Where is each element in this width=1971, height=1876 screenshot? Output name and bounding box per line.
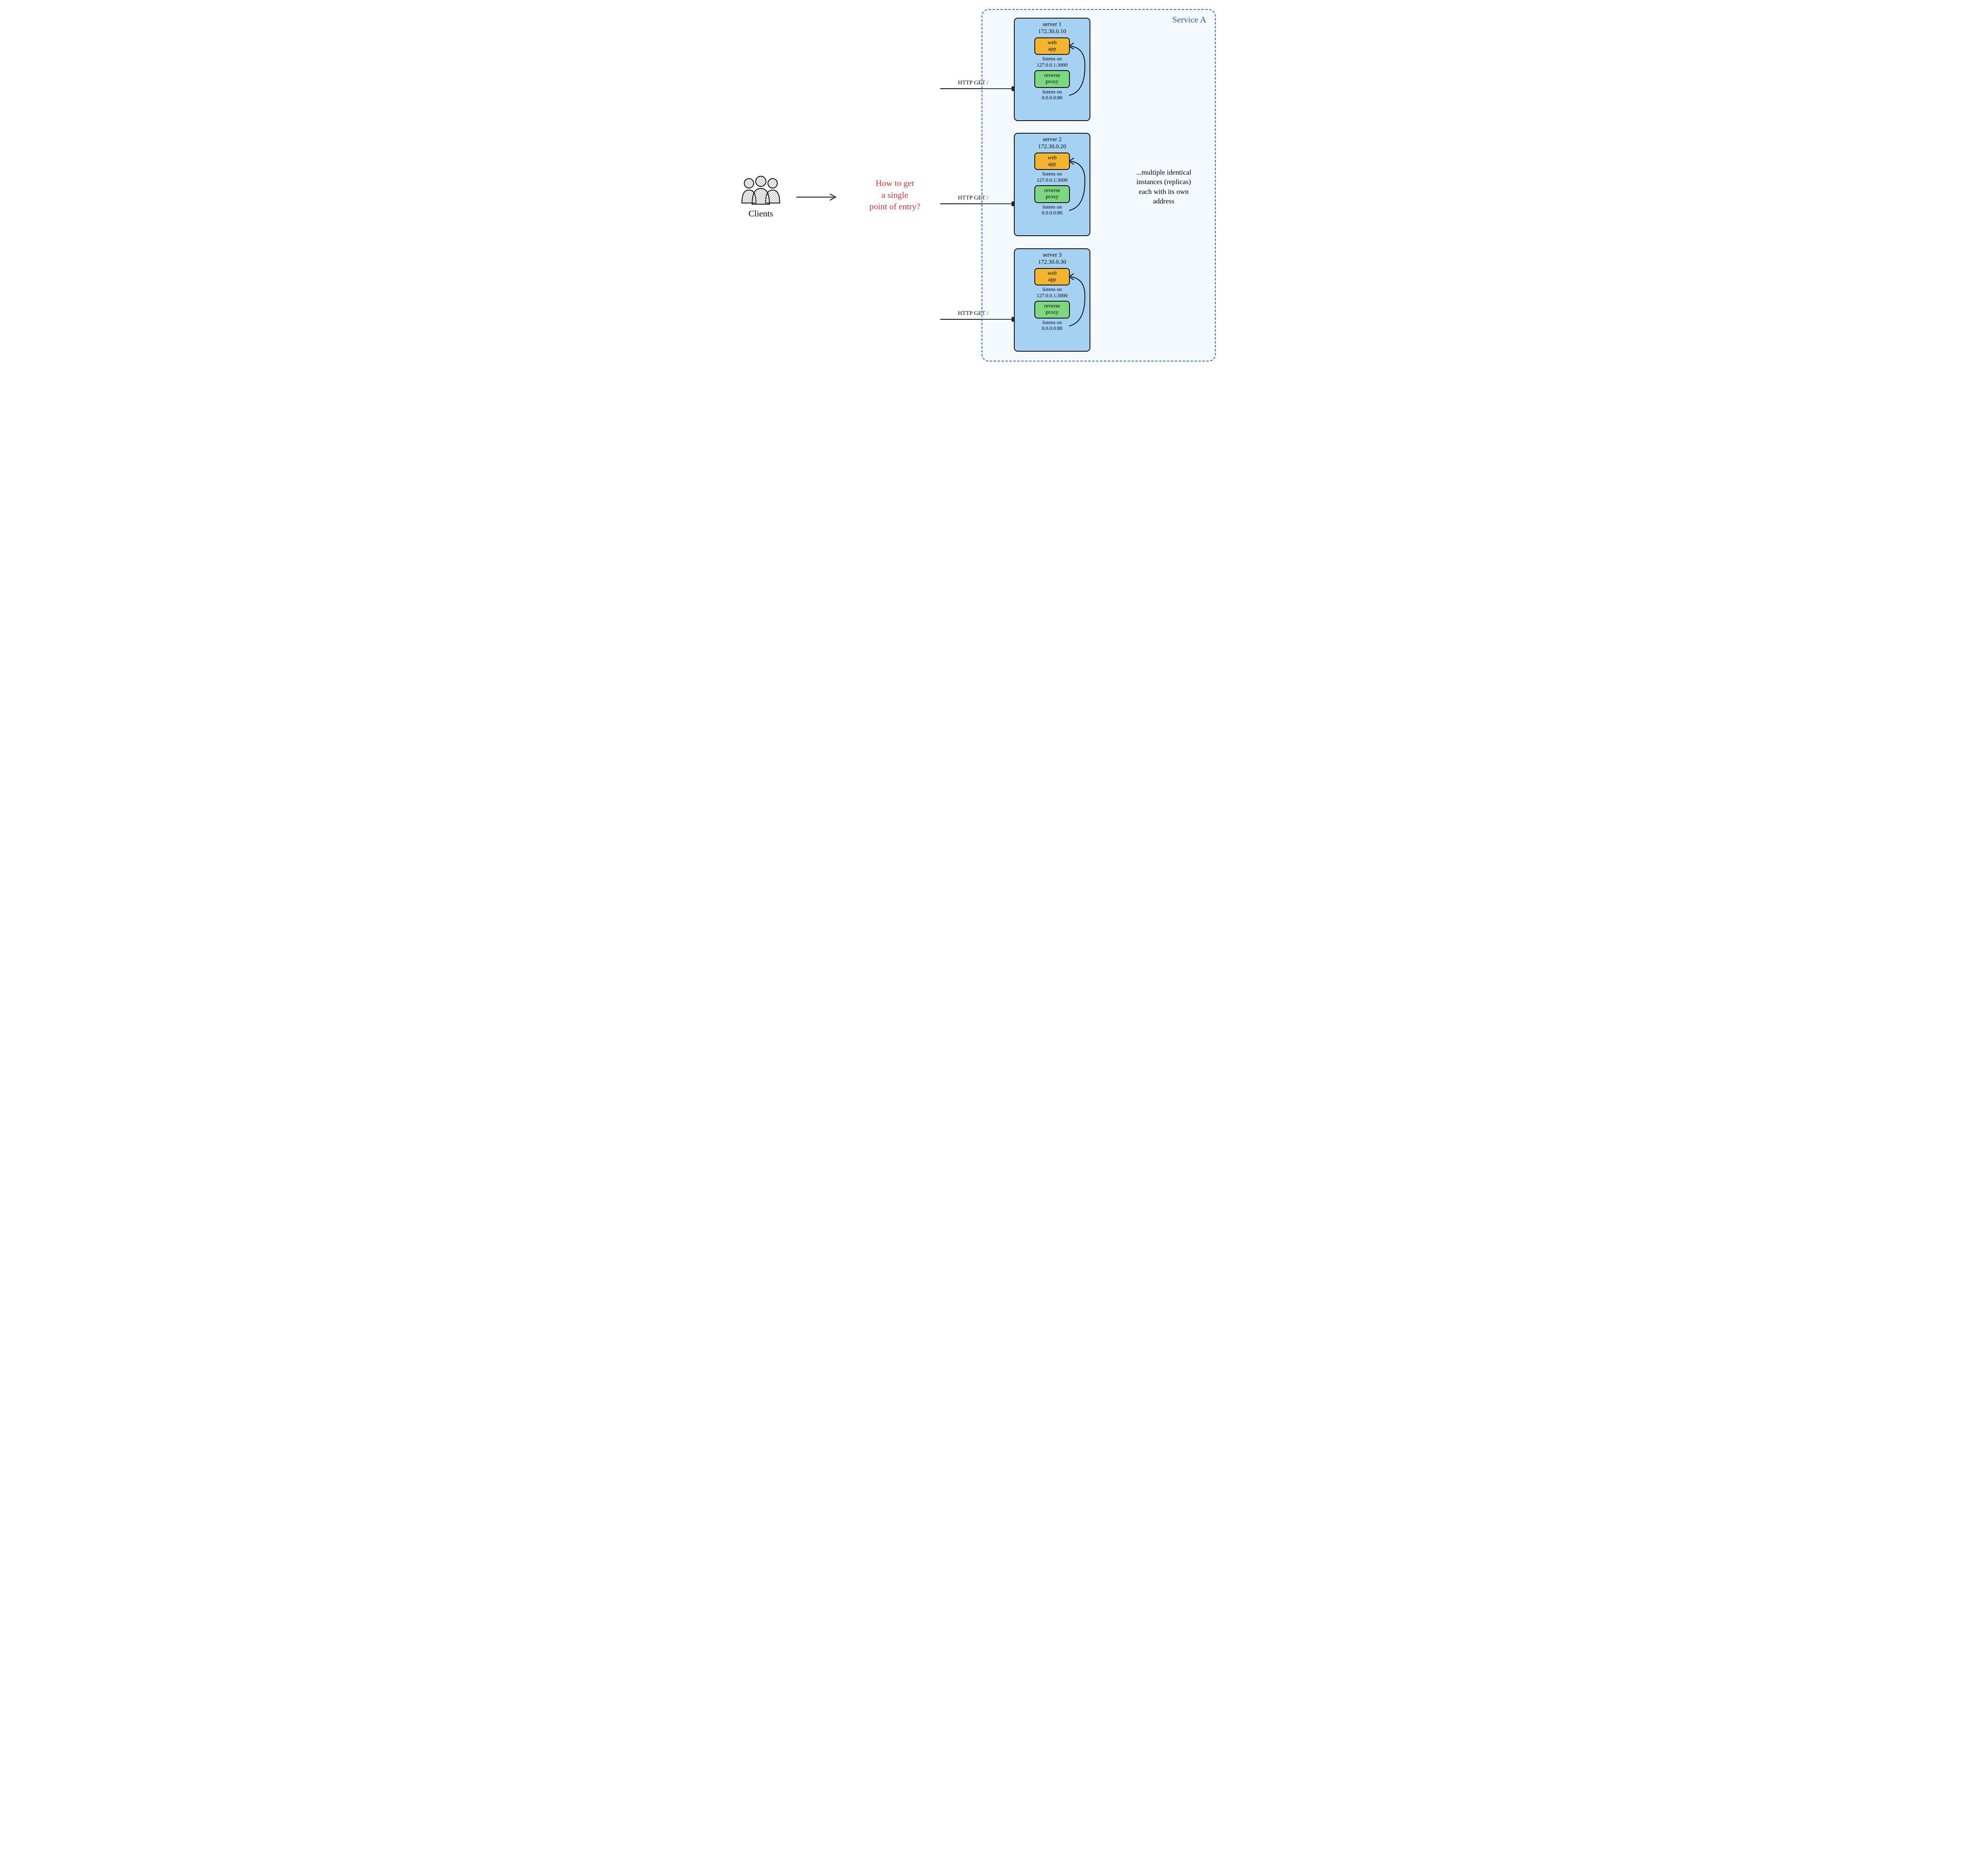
service-a-note: ...multiple identical instances (replica… (1116, 168, 1211, 206)
server-3-name: server 3 (1015, 251, 1090, 259)
note-line-2: instances (replicas) (1116, 177, 1211, 186)
server-3-ip: 172.30.0.30 (1015, 259, 1090, 266)
question-line-1: How to get (851, 177, 938, 189)
server-1-proxy-label: reverse proxy (1035, 73, 1069, 85)
diagram-canvas: Clients How to get a single point of ent… (729, 8, 1242, 363)
server-2-name: server 2 (1015, 136, 1090, 143)
server-card-2: server 2 172.30.0.20 web app listens on … (1014, 133, 1090, 236)
server-3-proxy-label: reverse proxy (1035, 303, 1069, 316)
server-card-3: server 3 172.30.0.30 web app listens on … (1014, 248, 1090, 352)
server-2-webapp-label: web app (1035, 155, 1069, 168)
question-text: How to get a single point of entry? (851, 177, 938, 212)
server-1-proxy: reverse proxy (1034, 70, 1070, 88)
arrow-clients-to-question (796, 193, 840, 201)
server-2-head: server 2 172.30.0.20 (1015, 136, 1090, 150)
clients-icon (737, 173, 784, 205)
question-line-3: point of entry? (851, 201, 938, 212)
server-1-ip: 172.30.0.10 (1015, 28, 1090, 35)
note-line-3: each with its own (1116, 187, 1211, 196)
note-line-4: address (1116, 196, 1211, 206)
server-2-ip: 172.30.0.20 (1015, 143, 1090, 150)
service-a-title: Service A (1172, 15, 1206, 25)
service-a-box: Service A ...multiple identical instance… (982, 9, 1216, 361)
server-3-webapp-label: web app (1035, 270, 1069, 283)
clients-label: Clients (737, 209, 784, 219)
server-2-proxy: reverse proxy (1034, 185, 1070, 203)
clients-group: Clients (737, 173, 784, 219)
server-2-proxy-label: reverse proxy (1035, 188, 1069, 200)
note-line-1: ...multiple identical (1116, 168, 1211, 177)
server-card-1: server 1 172.30.0.10 web app listens on … (1014, 18, 1090, 121)
server-1-webapp-label: web app (1035, 40, 1069, 52)
question-line-2: a single (851, 189, 938, 201)
server-3-webapp: web app (1034, 268, 1070, 285)
server-1-webapp: web app (1034, 37, 1070, 55)
server-2-webapp: web app (1034, 153, 1070, 170)
server-1-name: server 1 (1015, 21, 1090, 28)
server-1-head: server 1 172.30.0.10 (1015, 21, 1090, 35)
server-3-head: server 3 172.30.0.30 (1015, 251, 1090, 266)
server-3-proxy: reverse proxy (1034, 301, 1070, 318)
